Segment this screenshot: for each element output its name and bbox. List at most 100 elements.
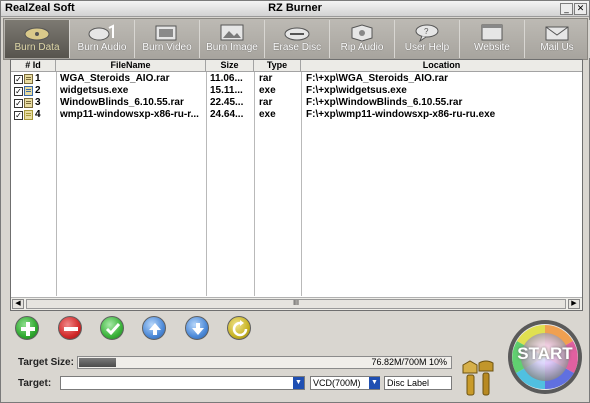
rip-audio-icon bbox=[351, 24, 373, 42]
website-icon bbox=[481, 24, 503, 41]
scroll-thumb[interactable]: III bbox=[26, 299, 566, 309]
target-drive-select[interactable] bbox=[60, 376, 305, 390]
app-window: RealZeal Soft RZ Burner _ ✕ Burn Data Bur… bbox=[0, 0, 590, 403]
chevron-down-icon[interactable]: ▼ bbox=[293, 377, 304, 389]
row-type: rar bbox=[259, 97, 273, 108]
row-filename: WindowBlinds_6.10.55.rar bbox=[60, 97, 184, 108]
arrow-down-icon bbox=[192, 323, 204, 335]
toolbar-label: User Help bbox=[404, 42, 450, 53]
toolbar-rip-audio-button[interactable]: Rip Audio bbox=[330, 20, 395, 58]
move-up-button[interactable] bbox=[142, 316, 166, 340]
remove-button[interactable] bbox=[58, 316, 82, 340]
tools-icon[interactable] bbox=[461, 359, 501, 397]
row-id: 3 bbox=[35, 97, 41, 108]
refresh-button[interactable] bbox=[227, 316, 251, 340]
file-list-header: # Id FileName Size Type Location bbox=[11, 60, 582, 72]
row-checkbox[interactable]: ✓ bbox=[14, 75, 23, 84]
toolbar-user-help-button[interactable]: ? User Help bbox=[395, 20, 460, 58]
column-header-id[interactable]: # Id bbox=[11, 60, 56, 72]
toolbar-burn-data-button[interactable]: Burn Data bbox=[5, 20, 70, 58]
file-list[interactable]: # Id FileName Size Type Location ✓ 1 WGA_S… bbox=[10, 59, 583, 311]
progress-text: 76.82M/700M 10% bbox=[371, 357, 447, 367]
table-row[interactable]: ✓ 2 widgetsus.exe 15.11... exe F:\+xp\widgets… bbox=[11, 85, 582, 97]
column-header-size[interactable]: Size bbox=[206, 60, 254, 72]
minimize-button[interactable]: _ bbox=[560, 3, 573, 15]
row-location: F:\+xp\WindowBlinds_6.10.55.rar bbox=[306, 97, 463, 108]
row-checkbox[interactable]: ✓ bbox=[14, 111, 23, 120]
table-row[interactable]: ✓ 3 WindowBlinds_6.10.55.rar 22.45... rar F:\… bbox=[11, 97, 582, 109]
file-icon bbox=[24, 110, 33, 120]
close-button[interactable]: ✕ bbox=[574, 3, 587, 15]
scroll-right-arrow[interactable]: ▶ bbox=[568, 299, 580, 309]
target-size-progress: 76.82M/700M 10% bbox=[77, 356, 452, 369]
toolbar-label: Burn Video bbox=[142, 42, 192, 53]
mail-us-icon bbox=[545, 26, 569, 41]
toolbar-label: Erase Disc bbox=[272, 42, 322, 53]
row-location: F:\+xp\widgetsus.exe bbox=[306, 85, 407, 96]
column-header-type[interactable]: Type bbox=[254, 60, 301, 72]
toolbar-label: Rip Audio bbox=[340, 42, 384, 53]
toolbar-burn-image-button[interactable]: Burn Image bbox=[200, 20, 265, 58]
scroll-left-arrow[interactable]: ◀ bbox=[12, 299, 24, 309]
row-id: 2 bbox=[35, 85, 41, 96]
target-size-label: Target Size: bbox=[18, 357, 74, 368]
row-filename: wmp11-windowsxp-x86-ru-r... bbox=[60, 109, 199, 120]
chevron-down-icon[interactable]: ▼ bbox=[369, 377, 380, 389]
row-filename: widgetsus.exe bbox=[60, 85, 129, 96]
move-down-button[interactable] bbox=[185, 316, 209, 340]
row-size: 24.64... bbox=[210, 109, 244, 120]
svg-text:?: ? bbox=[424, 27, 429, 36]
row-id: 4 bbox=[35, 109, 41, 120]
toolbar-erase-disc-button[interactable]: Erase Disc bbox=[265, 20, 330, 58]
row-filename: WGA_Steroids_AIO.rar bbox=[60, 73, 170, 84]
refresh-icon bbox=[232, 320, 248, 337]
user-help-icon: ? bbox=[415, 24, 439, 42]
start-button[interactable]: START bbox=[506, 317, 584, 397]
burn-image-icon bbox=[220, 24, 244, 41]
arrow-up-icon bbox=[149, 323, 161, 335]
row-size: 15.11... bbox=[210, 85, 243, 96]
burn-video-icon bbox=[155, 25, 177, 41]
toolbar-label: Burn Audio bbox=[77, 42, 127, 53]
minus-icon bbox=[64, 327, 78, 331]
check-button[interactable] bbox=[100, 316, 124, 340]
burn-data-icon bbox=[24, 27, 50, 41]
row-location: F:\+xp\wmp11-windowsxp-x86-ru-ru.exe bbox=[306, 109, 496, 120]
add-button[interactable] bbox=[15, 316, 39, 340]
column-header-location[interactable]: Location bbox=[301, 60, 582, 72]
toolbar-label: Burn Data bbox=[14, 42, 60, 53]
column-header-filename[interactable]: FileName bbox=[56, 60, 206, 72]
toolbar-burn-audio-button[interactable]: Burn Audio bbox=[70, 20, 135, 58]
horizontal-scrollbar[interactable]: ◀ III ▶ bbox=[11, 297, 582, 310]
row-id: 1 bbox=[35, 73, 41, 84]
row-type: rar bbox=[259, 73, 273, 84]
disc-label-input[interactable]: Disc Label bbox=[384, 376, 452, 390]
toolbar-label: Mail Us bbox=[540, 42, 574, 53]
toolbar-burn-video-button[interactable]: Burn Video bbox=[135, 20, 200, 58]
window-title: RZ Burner bbox=[268, 2, 322, 14]
title-bar: RealZeal Soft RZ Burner _ ✕ bbox=[1, 1, 589, 17]
row-checkbox[interactable]: ✓ bbox=[14, 87, 23, 96]
row-size: 22.45... bbox=[210, 97, 244, 108]
erase-disc-icon bbox=[284, 27, 310, 41]
toolbar-mail-us-button[interactable]: Mail Us bbox=[525, 20, 590, 58]
plus-icon bbox=[21, 322, 35, 336]
check-icon bbox=[105, 323, 121, 336]
toolbar-label: Burn Image bbox=[206, 42, 258, 53]
row-type: exe bbox=[259, 85, 276, 96]
row-location: F:\+xp\WGA_Steroids_AIO.rar bbox=[306, 73, 448, 84]
table-row[interactable]: ✓ 1 WGA_Steroids_AIO.rar 11.06... rar F:\+xp\… bbox=[11, 73, 582, 85]
file-icon bbox=[24, 98, 33, 108]
row-checkbox[interactable]: ✓ bbox=[14, 99, 23, 108]
toolbar-label: Website bbox=[474, 42, 510, 53]
burn-audio-icon bbox=[88, 24, 114, 41]
start-label: START bbox=[517, 344, 573, 363]
target-label: Target: bbox=[18, 378, 52, 389]
file-icon bbox=[24, 74, 33, 84]
table-row[interactable]: ✓ 4 wmp11-windowsxp-x86-ru-r... 24.64... exe… bbox=[11, 109, 582, 121]
progress-fill bbox=[79, 358, 116, 367]
main-toolbar: Burn Data Burn Audio Burn Video Burn Image E… bbox=[3, 18, 590, 60]
toolbar-website-button[interactable]: Website bbox=[460, 20, 525, 58]
row-type: exe bbox=[259, 109, 276, 120]
row-size: 11.06... bbox=[210, 73, 243, 84]
